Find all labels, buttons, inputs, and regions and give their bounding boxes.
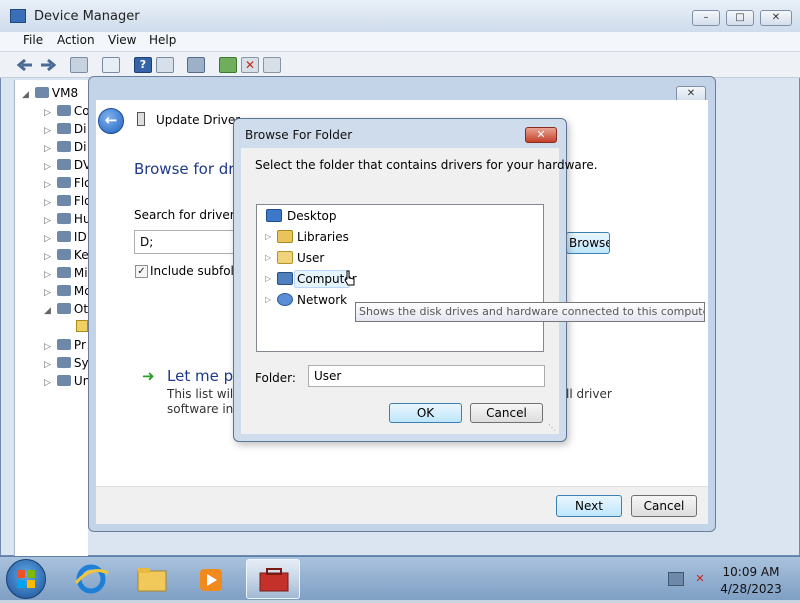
computer-icon [34,87,49,98]
update-driver-cancel-button[interactable]: Cancel [631,495,697,517]
network-tray-icon[interactable] [668,572,684,586]
tree-item[interactable]: ▷ Di [44,140,88,154]
ok-button[interactable]: OK [389,403,462,423]
let-me-pick-description-line2: software in the [167,402,235,416]
windows-logo-icon [16,569,36,589]
back-arrow-icon[interactable] [16,57,34,73]
browse-cancel-button[interactable]: Cancel [470,403,543,423]
tree-item[interactable]: ◢ Ot [44,302,88,316]
user-folder-icon [277,251,293,264]
scan-hardware-icon[interactable] [187,57,205,73]
include-subfolders-checkbox[interactable]: ✓ [135,265,148,278]
tree-root-label: VM8 [51,86,79,100]
menu-help[interactable]: Help [149,33,176,47]
warning-device-icon[interactable] [76,320,88,332]
tree-item[interactable]: ▷ Ke [44,248,88,262]
toolbar [0,52,800,78]
tree-node-libraries[interactable]: Libraries [297,230,349,244]
next-button[interactable]: Next [556,495,622,517]
enable-device-icon[interactable] [263,57,281,73]
computer-icon [277,272,293,285]
expand-arrow-icon[interactable]: ▷ [265,253,271,262]
tree-item[interactable]: ▷ Hu [44,212,88,226]
tree-item[interactable]: ▷ Mo [44,284,88,298]
tree-item[interactable]: ▷ Flo [44,176,88,190]
menu-view[interactable]: View [108,33,136,47]
expand-arrow-icon[interactable]: ▷ [265,295,271,304]
folder-label: Folder: [255,371,296,385]
collapse-arrow-icon[interactable]: ◢ [22,90,29,100]
forward-arrow-icon[interactable] [39,57,57,73]
computer-tooltip: Shows the disk drives and hardware conne… [355,302,705,322]
device-manager-taskbar-button[interactable] [246,559,300,599]
device-icon [137,112,145,126]
browse-heading: Browse for driver software [134,160,234,178]
minimize-button[interactable]: – [692,10,720,26]
tree-node-desktop[interactable]: Desktop [287,209,337,223]
network-icon [277,293,293,306]
tree-item[interactable]: ▷ DV [44,158,88,172]
tree-node-network[interactable]: Network [297,293,347,307]
internet-explorer-icon[interactable] [66,561,116,597]
maximize-button[interactable]: □ [726,10,754,26]
tree-item[interactable]: ▷ Pr [44,338,88,352]
properties-icon[interactable] [102,57,120,73]
let-me-pick-description-end: ll driver [566,387,612,401]
view-icon[interactable] [156,57,174,73]
driver-path-input[interactable]: D; [134,230,234,254]
menu-file[interactable]: File [23,33,43,47]
resize-grip-icon[interactable]: ⋱ [548,424,558,434]
expand-arrow-icon[interactable]: ▷ [265,232,271,241]
menu-action[interactable]: Action [57,33,95,47]
include-subfolders-label[interactable]: Include subfolders [150,264,234,278]
green-arrow-icon: ➜ [142,367,155,385]
tree-item[interactable]: ▷ Co [44,104,88,118]
browse-dialog-title: Browse For Folder [245,128,353,142]
desktop-icon [266,209,282,222]
let-me-pick-description: This list will show [167,387,235,401]
browse-button[interactable]: Browse... [566,232,610,254]
tree-item[interactable]: ▷ Flo [44,194,88,208]
tree-item[interactable]: ▷ Mi [44,266,88,280]
update-driver-header: Update Driver Software [156,113,240,127]
browse-close-button[interactable]: ✕ [525,127,557,143]
update-driver-icon[interactable] [219,57,237,73]
show-hide-tree-icon[interactable] [70,57,88,73]
clock-time[interactable]: 10:09 AM [716,565,786,579]
browse-instruction: Select the folder that contains drivers … [255,158,598,172]
tree-item[interactable]: ▷ ID [44,230,88,244]
window-title: Device Manager [34,9,140,24]
close-button[interactable]: ✕ [760,10,792,26]
volume-muted-icon[interactable]: ✕ [692,572,708,586]
folder-input[interactable]: User [308,365,545,387]
tree-node-user[interactable]: User [297,251,324,265]
tree-root[interactable]: ◢ VM8 [22,86,78,100]
back-button[interactable]: ← [98,108,124,134]
search-location-label: Search for driver software in this locat… [134,208,234,222]
expand-arrow-icon[interactable]: ▷ [265,274,271,283]
device-manager-icon [10,9,26,23]
uninstall-icon[interactable]: ✕ [241,57,259,73]
tree-item[interactable]: ▷ Di [44,122,88,136]
help-icon[interactable]: ? [134,57,152,73]
libraries-icon [277,230,293,243]
media-player-icon[interactable] [186,561,236,597]
file-explorer-icon[interactable] [126,561,176,597]
let-me-pick-link[interactable]: Let me pick from a list [167,367,235,385]
hand-cursor-icon [344,270,356,288]
clock-date[interactable]: 4/28/2023 [716,582,786,596]
tree-item[interactable]: ▷ Un [44,374,88,388]
tree-item[interactable]: ▷ Sy [44,356,88,370]
